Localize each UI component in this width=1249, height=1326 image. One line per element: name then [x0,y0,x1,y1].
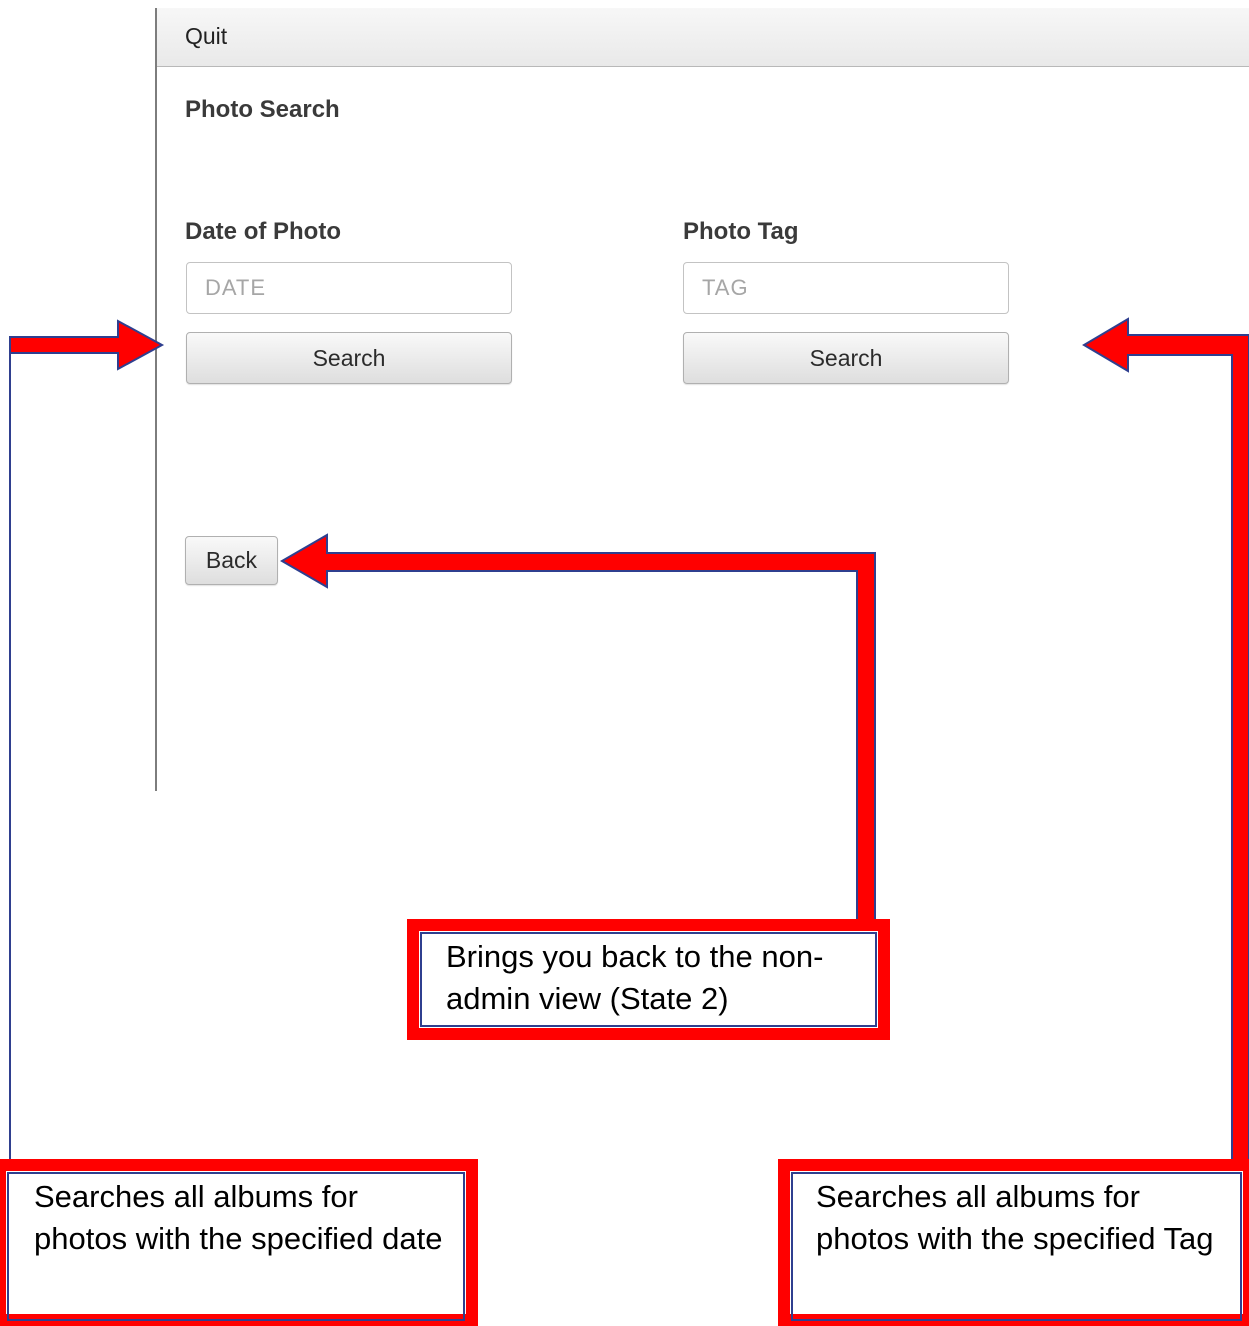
tag-callout-text: Searches all albums for photos with the … [816,1179,1214,1256]
date-callout-arrow [9,319,165,371]
back-callout-text: Brings you back to the non-admin view (S… [446,939,824,1016]
annotation-overlay [0,317,1249,1326]
back-callout-arrow [280,533,876,921]
tag-callout-arrow [1082,317,1249,1171]
date-callout-text: Searches all albums for photos with the … [34,1179,443,1256]
